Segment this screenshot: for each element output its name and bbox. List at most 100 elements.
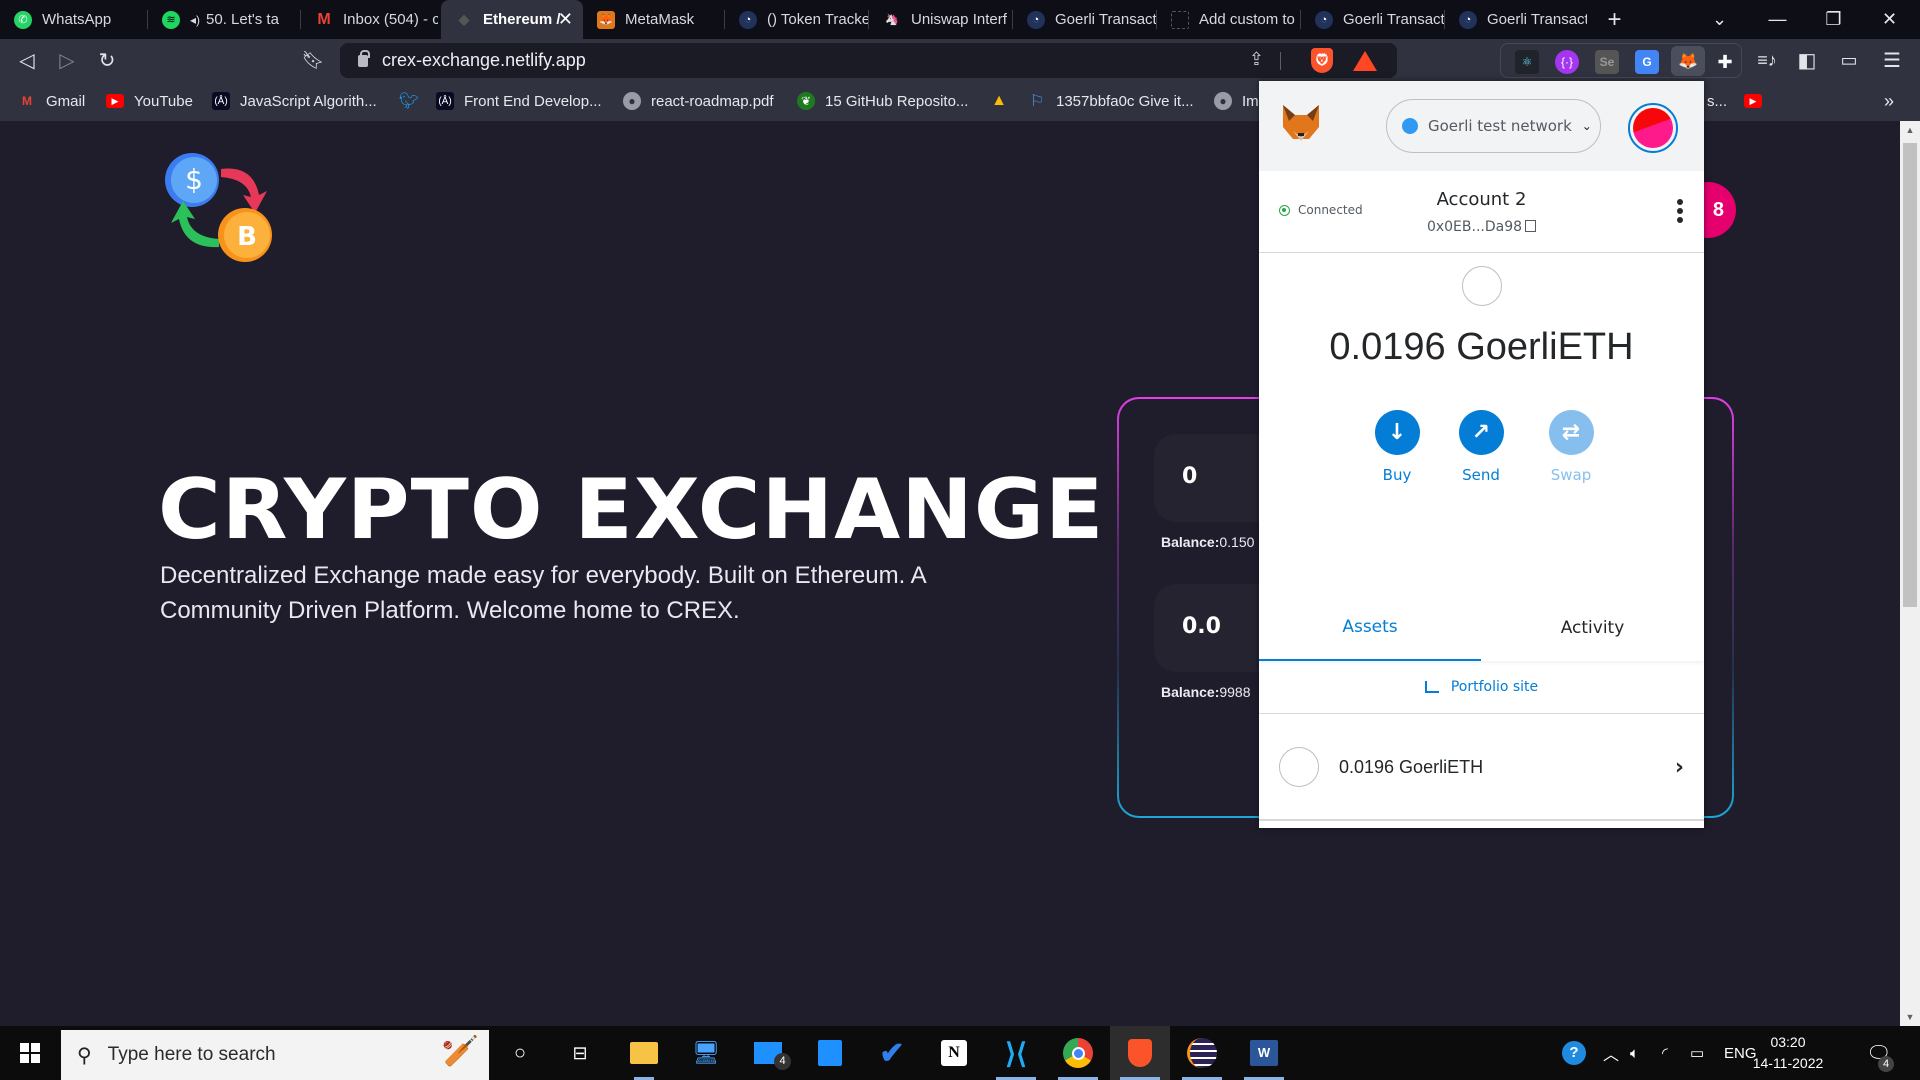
reload-button[interactable]: ↻ xyxy=(92,45,122,75)
battery-icon[interactable]: ▭ xyxy=(1690,1026,1704,1080)
page-scrollbar[interactable]: ▲ ▼ xyxy=(1900,121,1920,1026)
tab-add-custom-token[interactable]: Add custom to xyxy=(1157,0,1301,39)
brave-rewards-icon[interactable] xyxy=(1353,51,1377,71)
swap-button[interactable]: ⇄ Swap xyxy=(1541,410,1601,484)
copy-icon[interactable] xyxy=(1525,220,1537,232)
taskbar-this-pc[interactable]: 🖥︎ xyxy=(676,1026,736,1080)
cricket-doodle-icon[interactable]: 🏏 xyxy=(442,1034,479,1069)
crex-logo-icon[interactable]: $ B xyxy=(163,151,278,266)
scrollbar-thumb[interactable] xyxy=(1903,143,1917,607)
google-translate-icon[interactable]: G xyxy=(1635,50,1659,74)
bookmark-js-algorithms[interactable]: (Å) JavaScript Algorith... xyxy=(212,81,377,121)
cortana-button[interactable]: ○ xyxy=(490,1026,550,1080)
metamask-extension-icon[interactable]: 🦊 xyxy=(1671,46,1705,76)
wallet-icon[interactable]: ▭ xyxy=(1834,45,1864,75)
minimize-button[interactable]: — xyxy=(1750,0,1805,39)
send-button[interactable]: ↗ Send xyxy=(1451,410,1511,484)
network-selector[interactable]: Goerli test network ⌄ xyxy=(1386,99,1601,153)
menu-icon[interactable]: ☰ xyxy=(1877,45,1907,75)
notification-center-button[interactable]: 🗨︎ 4 xyxy=(1866,1026,1894,1080)
bookmark-react-roadmap[interactable]: ● react-roadmap.pdf xyxy=(623,81,774,121)
tab-ethereum[interactable]: ◆ Ethereum / ✕ xyxy=(441,0,583,39)
taskbar-notion[interactable]: N xyxy=(924,1026,984,1080)
taskbar-file-explorer[interactable] xyxy=(614,1026,674,1080)
taskbar-mail[interactable]: 4 xyxy=(738,1026,798,1080)
bookmark-flag[interactable]: ⚐ 1357bbfa0c Give it... xyxy=(1028,81,1194,121)
tab-metamask[interactable]: 🦊 MetaMask xyxy=(583,0,725,39)
taskbar-chrome[interactable] xyxy=(1048,1026,1108,1080)
gmail-icon: M xyxy=(22,94,32,108)
brave-shields-icon[interactable]: 🦁︎ xyxy=(1311,48,1333,73)
portfolio-site-link[interactable]: Portfolio site xyxy=(1259,661,1704,714)
buy-button[interactable]: ↓ Buy xyxy=(1367,410,1427,484)
brave-icon xyxy=(1128,1039,1152,1067)
scroll-down-arrow[interactable]: ▼ xyxy=(1900,1008,1920,1026)
tab-goerli-2[interactable]: ◔ Goerli Transact xyxy=(1301,0,1445,39)
tab-uniswap[interactable]: 🦄 Uniswap Interf xyxy=(869,0,1013,39)
account-options-button[interactable] xyxy=(1676,199,1684,223)
bookmark-youtube[interactable]: ▶ YouTube xyxy=(106,81,193,121)
taskbar-word[interactable]: W xyxy=(1234,1026,1294,1080)
bookmark-github-repos[interactable]: ❦ 15 GitHub Reposito... xyxy=(797,81,968,121)
bookmark-youtube-2[interactable]: ▶ xyxy=(1744,81,1772,121)
metamask-fox-icon[interactable] xyxy=(1279,101,1323,145)
tab-activity[interactable]: Activity xyxy=(1481,595,1704,661)
react-devtools-icon[interactable]: ⚛ xyxy=(1515,50,1539,74)
extensions-puzzle-icon[interactable]: ✚ xyxy=(1713,50,1737,74)
tab-token-tracker[interactable]: ◔ () Token Tracke xyxy=(725,0,869,39)
close-tab-icon[interactable]: ✕ xyxy=(558,9,573,30)
bookmark-google-drive[interactable]: ▲ xyxy=(990,81,1018,121)
volume-icon[interactable]: 🔈︎ xyxy=(1630,1026,1639,1080)
tab-whatsapp[interactable]: ✆ WhatsApp xyxy=(0,0,148,39)
taskbar-calendar[interactable] xyxy=(800,1026,860,1080)
forward-button[interactable]: ▷ xyxy=(52,45,82,75)
account-avatar[interactable] xyxy=(1628,103,1678,153)
scroll-up-arrow[interactable]: ▲ xyxy=(1900,121,1920,139)
address-bar[interactable]: crex-exchange.netlify.app ⇪ 🦁︎ xyxy=(340,43,1397,78)
show-hidden-icons-button[interactable]: ︿ xyxy=(1603,1026,1619,1080)
selenium-ide-icon[interactable]: Se xyxy=(1595,50,1619,74)
bookmark-gmail[interactable]: M Gmail xyxy=(18,81,85,121)
bookmark-twitter[interactable]: 🐦︎ xyxy=(399,81,428,121)
start-button[interactable] xyxy=(0,1026,60,1080)
tab-title: MetaMask xyxy=(625,11,695,28)
back-button[interactable]: ◁ xyxy=(12,45,42,75)
close-window-button[interactable]: ✕ xyxy=(1862,0,1917,39)
tab-search-button[interactable]: ⌄ xyxy=(1692,0,1747,39)
swap-from-value[interactable]: 0 xyxy=(1182,464,1197,489)
account-address[interactable]: 0x0EB...Da98 xyxy=(1259,219,1704,235)
bookmarks-overflow-button[interactable]: » xyxy=(1884,81,1894,121)
tab-gmail[interactable]: M Inbox (504) - c xyxy=(301,0,438,39)
restore-button[interactable]: ❐ xyxy=(1806,0,1861,39)
tab-assets[interactable]: Assets xyxy=(1259,595,1481,661)
taskbar-search[interactable]: ⚲ Type here to search 🏏 xyxy=(61,1030,489,1080)
help-tray-icon[interactable]: ? xyxy=(1562,1026,1586,1080)
url-text[interactable]: crex-exchange.netlify.app xyxy=(382,50,586,71)
taskbar-eclipse[interactable] xyxy=(1172,1026,1232,1080)
task-view-button[interactable]: ⊟ xyxy=(550,1026,610,1080)
bookmark-icon[interactable]: 🔖︎ xyxy=(298,45,328,75)
new-tab-button[interactable]: + xyxy=(1587,0,1642,39)
asset-row[interactable]: 0.1 WETH › xyxy=(1259,823,1704,828)
network-name: Goerli test network xyxy=(1428,117,1572,135)
share-icon[interactable]: ⇪ xyxy=(1249,49,1264,70)
taskbar-vscode[interactable]: ⟩⟨ xyxy=(986,1026,1046,1080)
graphql-extension-icon[interactable]: {·} xyxy=(1555,50,1579,74)
whatsapp-icon: ✆ xyxy=(14,10,32,29)
wifi-icon[interactable]: ◜ xyxy=(1662,1026,1668,1080)
tab-goerli-1[interactable]: ◔ Goerli Transact xyxy=(1013,0,1157,39)
swap-to-value[interactable]: 0.0 xyxy=(1182,614,1221,639)
taskbar-brave[interactable] xyxy=(1110,1026,1170,1080)
bookmark-im[interactable]: ● Im xyxy=(1214,81,1259,121)
tab-spotify[interactable]: ≋ ◂) 50. Let's ta xyxy=(148,0,301,39)
media-controls-icon[interactable]: ≡♪ xyxy=(1752,45,1782,75)
sidebar-icon[interactable]: ◧ xyxy=(1792,45,1822,75)
svg-text:$: $ xyxy=(185,163,203,196)
bookmark-partial[interactable]: s... xyxy=(1707,81,1727,121)
tab-goerli-3[interactable]: ◔ Goerli Transact xyxy=(1445,0,1587,39)
asset-row[interactable]: 0.0196 GoerliETH › xyxy=(1259,715,1704,821)
bookmark-front-end[interactable]: (Å) Front End Develop... xyxy=(436,81,602,121)
taskbar-todo[interactable]: ✔ xyxy=(862,1026,922,1080)
spotify-icon: ≋ xyxy=(162,10,180,29)
clock[interactable]: 03:20 14-11-2022 xyxy=(1748,1032,1828,1074)
